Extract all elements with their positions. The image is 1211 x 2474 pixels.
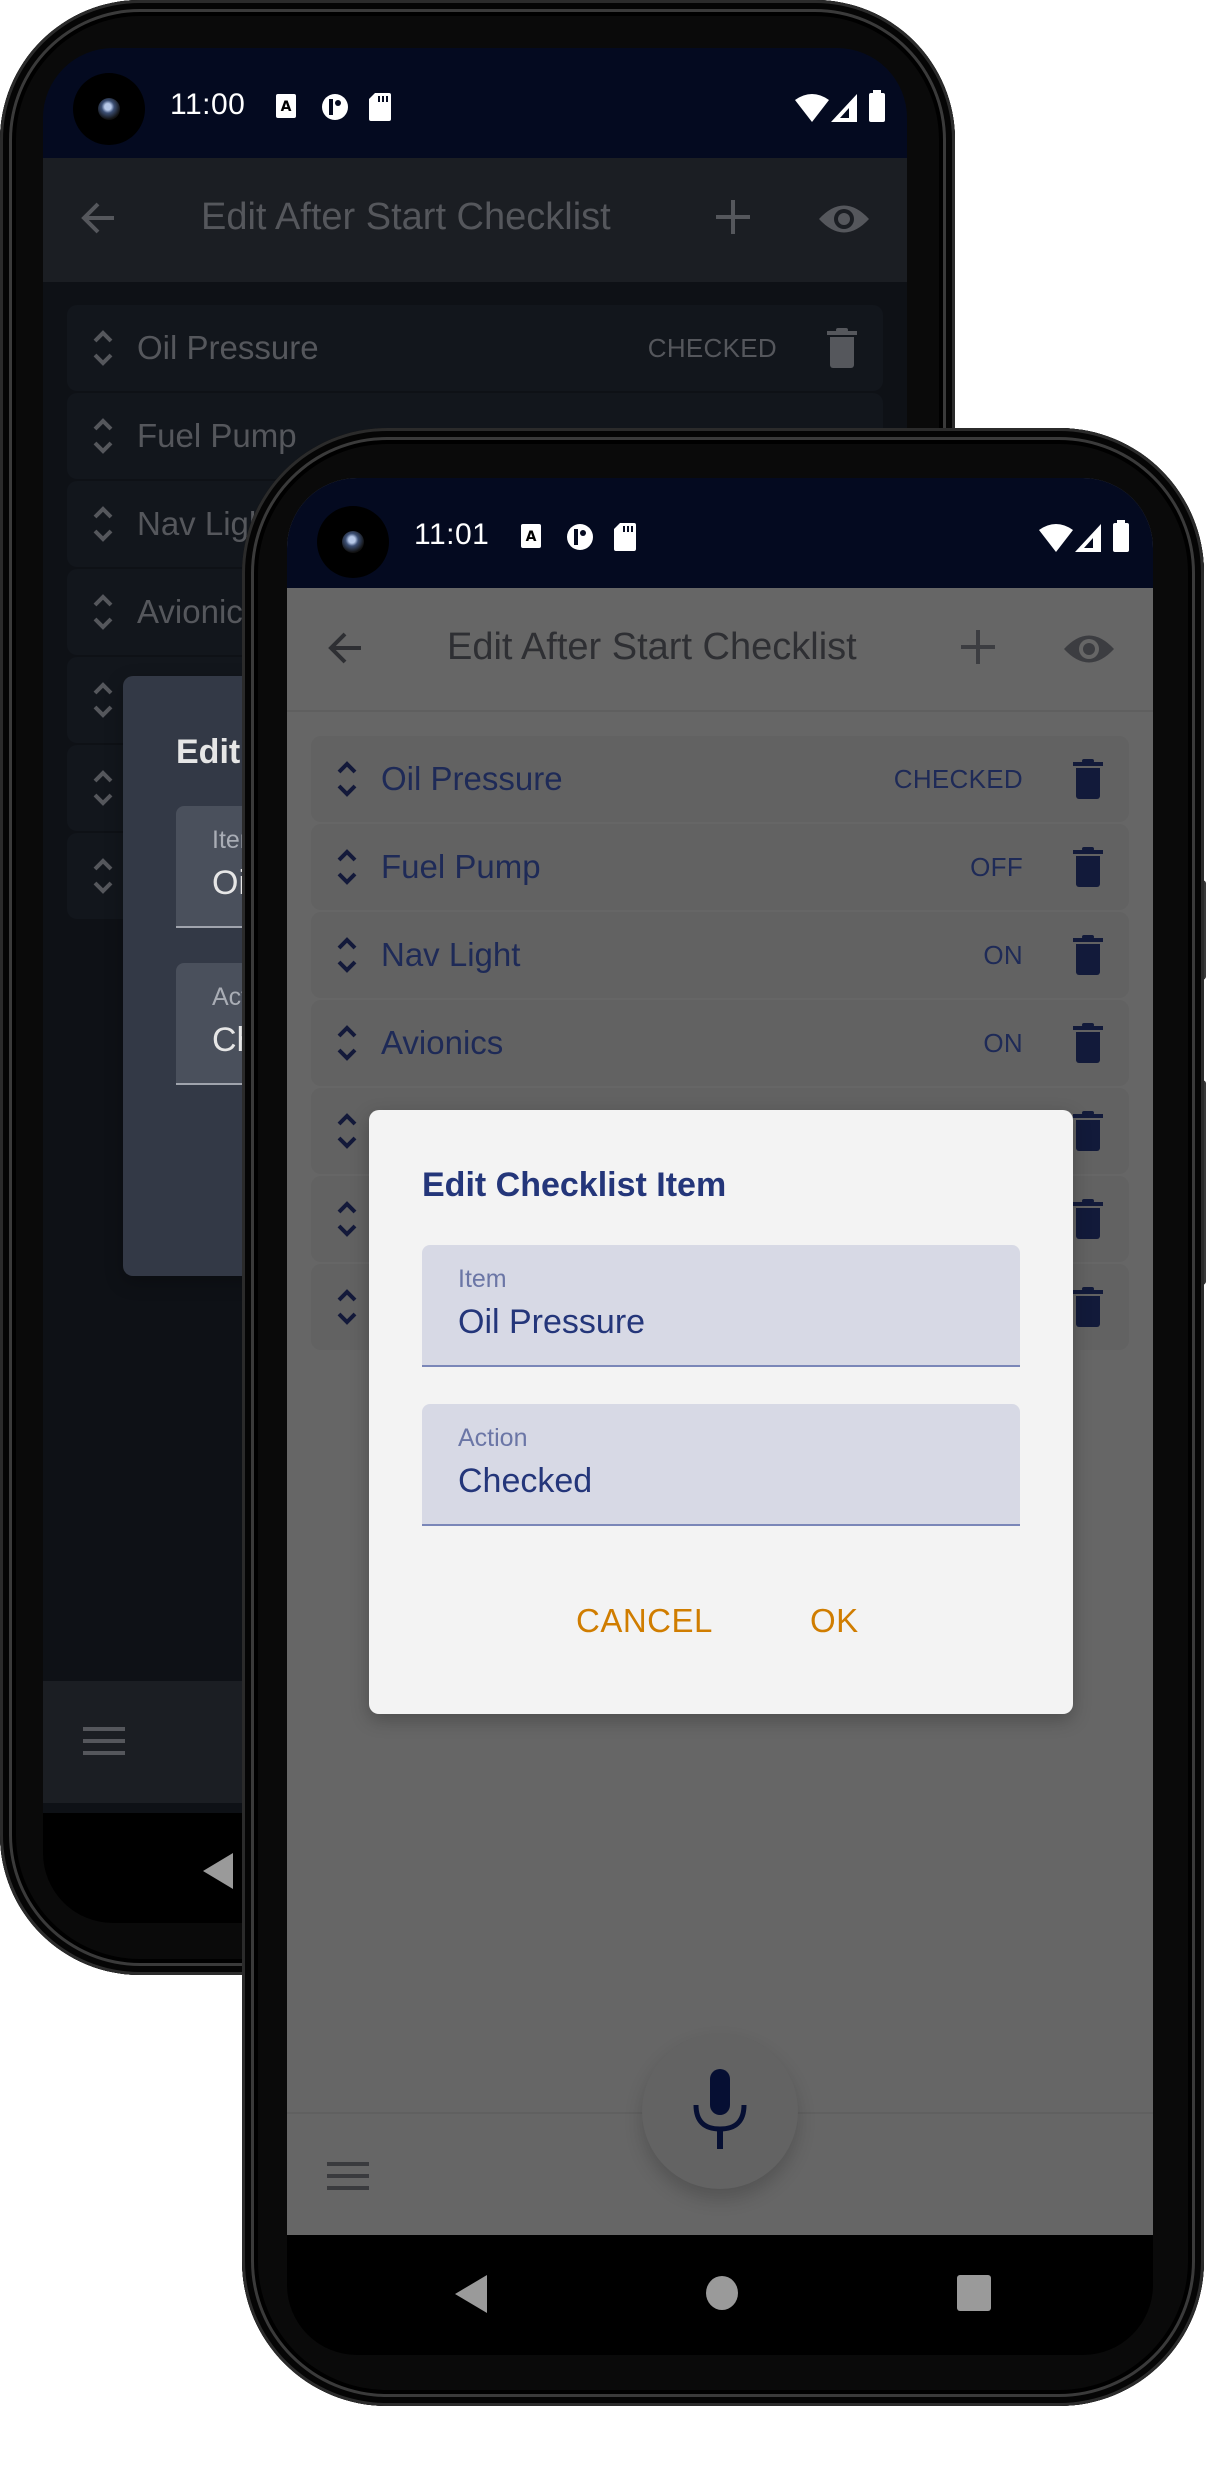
page-title: Edit After Start Checklist (201, 196, 611, 238)
accessibility-icon: A (521, 524, 541, 553)
pocket-casts-icon (321, 93, 349, 126)
trash-icon[interactable] (1073, 935, 1103, 980)
wifi-icon (1039, 524, 1073, 557)
item-action: OFF (970, 851, 1023, 882)
hamburger-menu-icon[interactable] (327, 2162, 369, 2192)
item-name: Fuel Pump (381, 848, 541, 885)
list-item[interactable]: Avionics ON (311, 1000, 1129, 1086)
trash-icon[interactable] (1073, 847, 1103, 892)
front-camera (73, 73, 145, 145)
wifi-icon (795, 94, 829, 127)
list-item[interactable]: Oil Pressure CHECKED (67, 305, 883, 391)
eye-icon[interactable] (1064, 632, 1114, 666)
trash-icon[interactable] (1073, 1111, 1103, 1156)
reorder-handle-icon[interactable] (91, 503, 115, 550)
trash-icon[interactable] (1073, 759, 1103, 804)
battery-icon (869, 90, 885, 127)
item-action: ON (983, 1027, 1023, 1058)
front-camera (317, 506, 389, 578)
svg-text:A: A (281, 99, 292, 115)
reorder-handle-icon[interactable] (335, 758, 359, 805)
item-name: Avionics (381, 1024, 504, 1061)
cancel-button[interactable]: CANCEL (576, 1602, 713, 1640)
signal-icon (831, 94, 857, 127)
reorder-handle-icon[interactable] (335, 846, 359, 893)
item-name: Avionics (137, 593, 260, 630)
ok-button[interactable]: OK (810, 1602, 859, 1640)
app-bar: Edit After Start Checklist (287, 588, 1153, 712)
status-time: 11:00 (170, 88, 246, 121)
sd-card-icon (614, 523, 636, 556)
signal-icon (1075, 524, 1101, 557)
nav-recents-icon[interactable] (957, 2275, 991, 2311)
battery-icon (1113, 520, 1129, 557)
item-field[interactable]: Item Oil Pressure (422, 1245, 1020, 1367)
reorder-handle-icon[interactable] (335, 1198, 359, 1245)
page-title: Edit After Start Checklist (447, 626, 857, 668)
trash-icon[interactable] (1073, 1199, 1103, 1244)
arrow-back-icon[interactable] (78, 198, 118, 238)
reorder-handle-icon[interactable] (335, 1110, 359, 1157)
item-name: Fuel Pump (137, 417, 297, 454)
status-bar: 11:00 A (43, 48, 907, 158)
dialog-title: Edit Checklist Item (422, 1166, 727, 1204)
status-bar: 11:01 A (287, 478, 1153, 588)
app-bar: Edit After Start Checklist (43, 158, 907, 282)
eye-icon[interactable] (819, 202, 869, 236)
plus-icon[interactable] (961, 630, 995, 664)
item-field-label: Item (458, 1265, 507, 1293)
item-name: Oil Pressure (381, 760, 563, 797)
item-name: Nav Light (381, 936, 521, 973)
plus-icon[interactable] (716, 200, 750, 234)
sd-card-icon (369, 93, 391, 126)
front-phone-screen: 11:01 A Edit After Start Checklist Oil P… (287, 478, 1153, 2235)
nav-home-icon[interactable] (705, 2275, 739, 2311)
reorder-handle-icon[interactable] (91, 591, 115, 638)
trash-icon[interactable] (1073, 1023, 1103, 1068)
hamburger-menu-icon[interactable] (83, 1727, 125, 1757)
microphone-fab[interactable] (642, 2033, 798, 2189)
pocket-casts-icon (566, 523, 594, 556)
reorder-handle-icon[interactable] (335, 934, 359, 981)
nav-back-icon[interactable] (203, 1853, 233, 1889)
action-field-value: Checked (458, 1462, 593, 1500)
item-action: CHECKED (647, 332, 777, 363)
reorder-handle-icon[interactable] (91, 327, 115, 374)
svg-text:A: A (526, 529, 537, 545)
reorder-handle-icon[interactable] (91, 855, 115, 902)
list-item[interactable]: Oil Pressure CHECKED (311, 736, 1129, 822)
list-item[interactable]: Nav Light ON (311, 912, 1129, 998)
arrow-back-icon[interactable] (325, 628, 365, 668)
item-action: CHECKED (893, 763, 1023, 794)
trash-icon[interactable] (1073, 1287, 1103, 1332)
item-name: Oil Pressure (137, 329, 319, 366)
trash-icon[interactable] (827, 328, 857, 373)
reorder-handle-icon[interactable] (91, 679, 115, 726)
nav-back-icon[interactable] (455, 2275, 487, 2313)
item-field-value: Oil Pressure (458, 1303, 646, 1341)
list-item[interactable]: Fuel Pump OFF (311, 824, 1129, 910)
reorder-handle-icon[interactable] (335, 1022, 359, 1069)
item-action: ON (983, 939, 1023, 970)
action-field-label: Action (458, 1424, 528, 1452)
reorder-handle-icon[interactable] (91, 415, 115, 462)
microphone-icon (692, 2069, 748, 2154)
front-phone-frame: 11:01 A Edit After Start Checklist Oil P… (242, 428, 1204, 2406)
action-field[interactable]: Action Checked (422, 1404, 1020, 1526)
status-time: 11:01 (414, 518, 490, 551)
system-nav-bar (287, 2235, 1153, 2355)
reorder-handle-icon[interactable] (91, 767, 115, 814)
reorder-handle-icon[interactable] (335, 1286, 359, 1333)
edit-item-dialog: Edit Checklist Item Item Oil Pressure Ac… (369, 1110, 1073, 1714)
accessibility-icon: A (276, 94, 296, 123)
